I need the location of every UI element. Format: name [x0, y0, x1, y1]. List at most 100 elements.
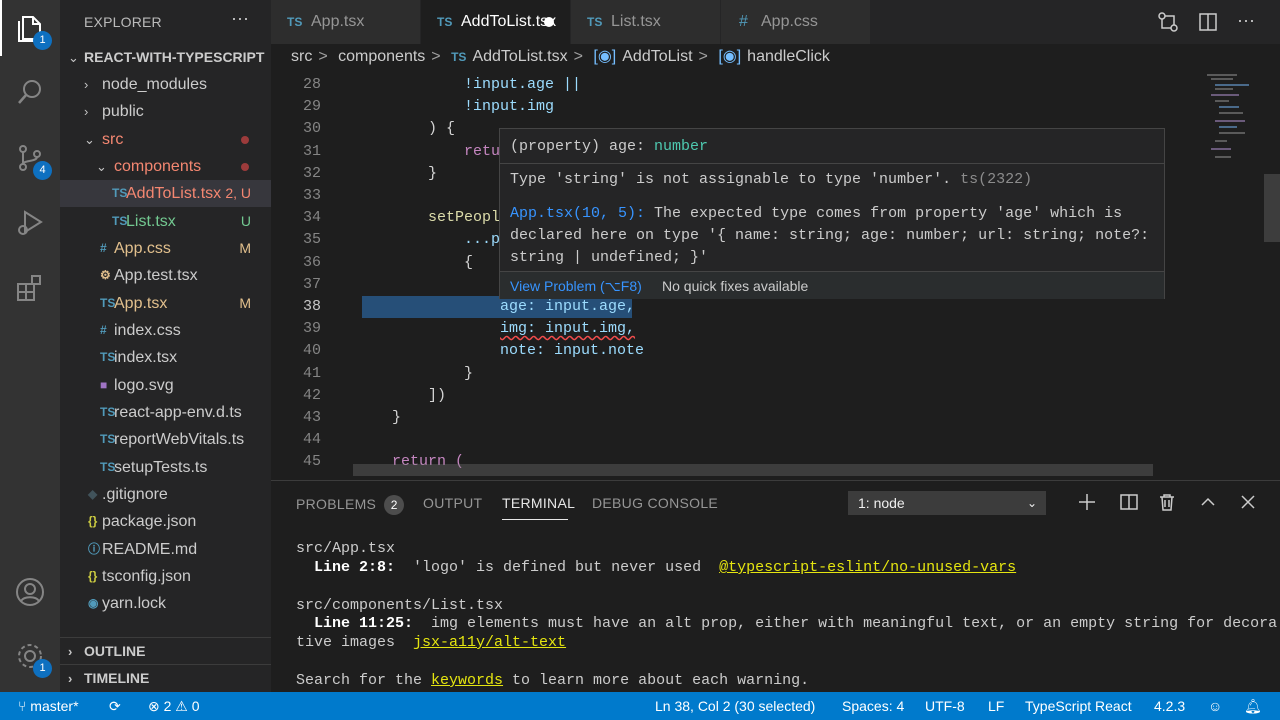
- notifications-bell-icon[interactable]: 🔔︎: [1244, 692, 1262, 720]
- sync-icon[interactable]: ⟳: [109, 692, 121, 720]
- explorer-icon[interactable]: 1: [14, 12, 52, 50]
- chevron-down-icon: ⌄: [1026, 496, 1037, 510]
- outline-section[interactable]: › OUTLINE: [60, 637, 271, 664]
- breadcrumb-src[interactable]: src: [291, 48, 312, 65]
- signature-prefix: (property) age:: [510, 138, 655, 155]
- cursor-position[interactable]: Ln 38, Col 2 (30 selected): [655, 692, 815, 720]
- tree-item[interactable]: TS App.tsx M: [60, 290, 271, 317]
- tree-item[interactable]: TS reportWebVitals.ts: [60, 426, 271, 453]
- tab-list-tsx[interactable]: TS List.tsx: [571, 0, 721, 44]
- tree-item[interactable]: {} tsconfig.json: [60, 563, 271, 590]
- terminal-select-value: 1: node: [858, 495, 905, 511]
- source-control-icon[interactable]: 4: [14, 142, 52, 180]
- keywords-link[interactable]: keywords: [431, 672, 503, 689]
- chevron-down-icon: ⌄: [96, 159, 107, 174]
- tree-item[interactable]: › node_modules: [60, 71, 271, 98]
- tree-item[interactable]: ⓘ README.md: [60, 536, 271, 563]
- more-actions-icon[interactable]: ···: [231, 8, 249, 29]
- breadcrumb-components[interactable]: components: [338, 48, 425, 65]
- line-number: 42: [302, 386, 321, 404]
- tree-item-label: .gitignore: [102, 486, 168, 503]
- compare-changes-icon[interactable]: [1157, 11, 1179, 33]
- breadcrumb-file[interactable]: AddToList.tsx: [472, 48, 567, 65]
- timeline-section[interactable]: › TIMELINE: [60, 664, 271, 691]
- tree-item[interactable]: # index.css: [60, 317, 271, 344]
- run-debug-icon[interactable]: [14, 206, 46, 238]
- tree-item[interactable]: TS index.tsx: [60, 344, 271, 371]
- language-mode[interactable]: TypeScript React: [1025, 692, 1132, 720]
- tab-addtolist-tsx[interactable]: TS AddToList.tsx: [421, 0, 571, 44]
- account-icon[interactable]: [14, 576, 46, 608]
- split-terminal-icon[interactable]: [1119, 492, 1139, 512]
- explorer-title: EXPLORER: [84, 14, 162, 30]
- tab-terminal[interactable]: TERMINAL: [502, 495, 575, 511]
- error-text: Type 'string' is not assignable to type …: [510, 171, 952, 188]
- minimap[interactable]: [1205, 72, 1265, 182]
- tree-item[interactable]: {} package.json: [60, 508, 271, 535]
- more-editor-actions-icon[interactable]: ···: [1237, 11, 1259, 33]
- search-icon[interactable]: [14, 76, 46, 108]
- code-text: !input.img: [464, 98, 555, 116]
- project-header[interactable]: ⌄ REACT-WITH-TYPESCRIPT: [60, 44, 271, 71]
- line-number: 32: [302, 164, 321, 182]
- css-icon: #: [100, 323, 107, 337]
- tab-output[interactable]: OUTPUT: [423, 495, 482, 511]
- bottom-panel: PROBLEMS 2 OUTPUT TERMINAL DEBUG CONSOLE …: [271, 480, 1280, 692]
- tree-item[interactable]: ⚙ App.test.tsx: [60, 262, 271, 289]
- tree-item[interactable]: ◉ yarn.lock: [60, 590, 271, 617]
- tree-item-label: setupTests.ts: [114, 459, 208, 476]
- extensions-icon[interactable]: [14, 272, 46, 304]
- close-icon[interactable]: [1238, 492, 1258, 512]
- settings-gear-icon[interactable]: 1: [14, 640, 52, 678]
- css-icon: #: [100, 241, 107, 255]
- breadcrumb-function[interactable]: handleClick: [747, 48, 830, 65]
- code-line: 40 note: input.note: [271, 340, 1201, 362]
- tree-item[interactable]: # App.css M: [60, 235, 271, 262]
- tree-item-label: yarn.lock: [102, 595, 167, 612]
- typescript-version[interactable]: 4.2.3: [1154, 692, 1185, 720]
- modified-dot-icon: [241, 136, 249, 144]
- tab-app-tsx[interactable]: TS App.tsx: [271, 0, 421, 44]
- terminal-line: Line 11:25: img elements must have an al…: [296, 614, 1277, 633]
- breadcrumb-separator: >: [318, 48, 328, 65]
- chevron-right-icon: ›: [68, 644, 73, 659]
- type-error-hover: (property) age: number Type 'string' is …: [499, 128, 1165, 299]
- breadcrumb-component[interactable]: AddToList: [622, 48, 692, 65]
- feedback-icon[interactable]: ☺: [1208, 692, 1222, 720]
- tree-item[interactable]: ■ logo.svg: [60, 372, 271, 399]
- maximize-panel-icon[interactable]: [1198, 492, 1218, 512]
- tab-problems[interactable]: PROBLEMS 2: [296, 495, 405, 515]
- trash-icon[interactable]: [1157, 492, 1177, 512]
- tree-item[interactable]: TS setupTests.ts: [60, 454, 271, 481]
- encoding[interactable]: UTF-8: [925, 692, 965, 720]
- eslint-rule-link[interactable]: jsx-a11y/alt-text: [413, 634, 566, 651]
- json-icon: {}: [88, 514, 98, 528]
- hover-error-message: Type 'string' is not assignable to type …: [510, 171, 1032, 188]
- line-ending[interactable]: LF: [988, 692, 1004, 720]
- branch-indicator[interactable]: ⑂ master*: [18, 692, 79, 720]
- tree-item[interactable]: ◆ .gitignore: [60, 481, 271, 508]
- vertical-scrollbar[interactable]: [1264, 174, 1280, 242]
- eslint-rule-link[interactable]: @typescript-eslint/no-unused-vars: [719, 559, 1016, 576]
- tree-item[interactable]: TS List.tsx U: [60, 208, 271, 235]
- tab-debug-console[interactable]: DEBUG CONSOLE: [592, 495, 718, 511]
- code-text: {: [464, 253, 474, 271]
- symbol-icon: [◉]: [593, 48, 617, 65]
- split-editor-icon[interactable]: [1197, 11, 1219, 33]
- horizontal-scrollbar[interactable]: [353, 464, 1153, 476]
- view-problem-button[interactable]: View Problem (⌥F8): [510, 272, 642, 300]
- tree-item[interactable]: › public: [60, 98, 271, 125]
- tree-item[interactable]: ⌄ components: [60, 153, 271, 180]
- tab-app-css[interactable]: # App.css: [721, 0, 871, 44]
- unsaved-dot-icon[interactable]: [544, 17, 554, 27]
- tree-item[interactable]: ⌄ src: [60, 126, 271, 153]
- tree-item-label: App.test.tsx: [114, 267, 198, 284]
- code-line: 43}: [271, 407, 1201, 429]
- tree-item[interactable]: TS AddToList.tsx 2, U: [60, 180, 271, 207]
- tree-item[interactable]: TS react-app-env.d.ts: [60, 399, 271, 426]
- terminal-select[interactable]: 1: node ⌄: [848, 491, 1046, 515]
- problems-indicator[interactable]: ⊗ 2 ⚠ 0: [148, 692, 200, 720]
- new-terminal-icon[interactable]: [1077, 492, 1097, 512]
- indentation[interactable]: Spaces: 4: [842, 692, 904, 720]
- related-link[interactable]: App.tsx(10, 5):: [510, 205, 645, 222]
